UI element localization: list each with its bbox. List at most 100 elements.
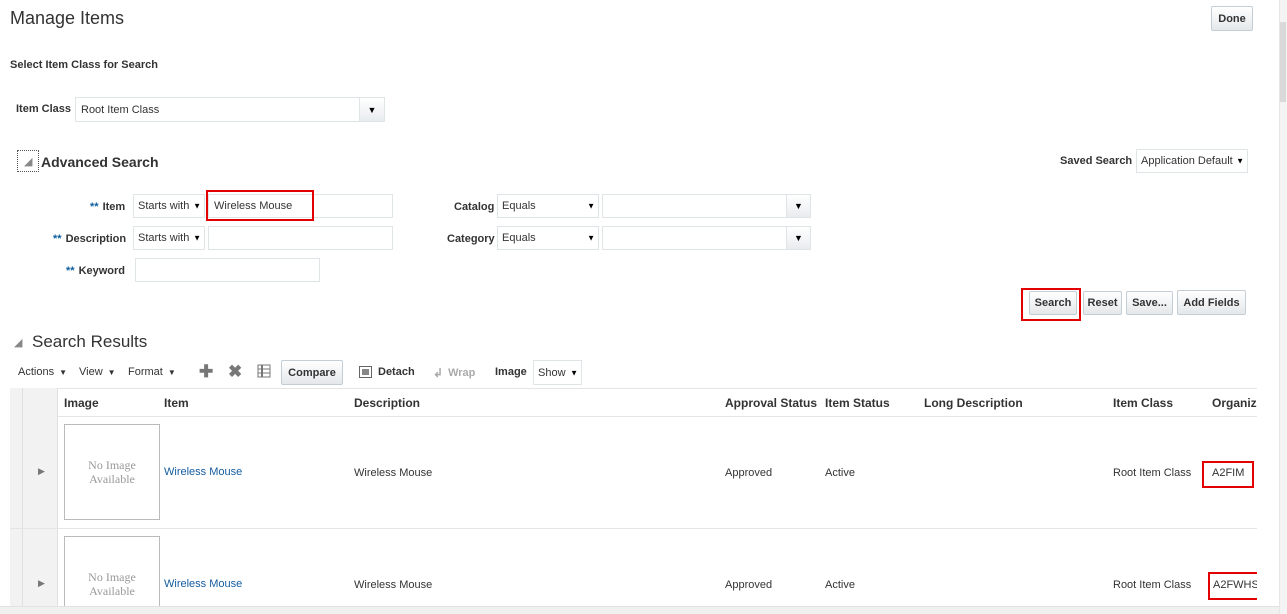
column-header-long-description[interactable]: Long Description — [924, 396, 1023, 410]
chevron-down-icon: ▼ — [367, 104, 377, 115]
actions-menu-label: Actions — [18, 366, 55, 378]
plus-icon[interactable]: ✚ — [199, 362, 213, 382]
triangle-collapse-icon: ◢ — [24, 156, 33, 168]
item-class-cell: Root Item Class — [1113, 579, 1192, 591]
description-operator-select[interactable]: Starts with ▼ — [133, 226, 205, 250]
no-image-text: No Image — [88, 570, 136, 584]
approval-status-cell: Approved — [725, 467, 773, 479]
column-header-image[interactable]: Image — [64, 396, 99, 410]
compare-button[interactable]: Compare — [281, 360, 343, 385]
no-image-text: Available — [89, 472, 135, 486]
chevron-down-icon: ▼ — [167, 367, 176, 377]
no-image-text: No Image — [88, 458, 136, 472]
expand-row-icon[interactable]: ▶ — [38, 466, 45, 477]
no-image-placeholder: No Image Available — [64, 424, 160, 520]
chevron-down-icon: ▼ — [1236, 156, 1244, 166]
x-icon[interactable]: ✖ — [228, 362, 242, 382]
category-value-input[interactable] — [602, 226, 787, 250]
keyword-label: ** Keyword — [66, 265, 125, 277]
vertical-scrollbar[interactable] — [1279, 0, 1287, 614]
advanced-search-toggle[interactable]: ◢ — [17, 150, 39, 172]
description-label: ** Description — [53, 233, 126, 245]
catalog-operator-value: Equals — [502, 200, 536, 212]
table-row[interactable]: ▶ No Image Available Wireless Mouse Wire… — [10, 417, 1257, 528]
done-button[interactable]: Done — [1211, 6, 1253, 31]
chevron-down-icon: ▼ — [193, 201, 201, 211]
actions-menu[interactable]: Actions ▼ — [18, 366, 67, 378]
column-header-item[interactable]: Item — [164, 396, 189, 410]
view-menu[interactable]: View ▼ — [79, 366, 116, 378]
chevron-down-icon: ▼ — [59, 367, 67, 377]
required-marker: ** — [53, 233, 62, 245]
item-class-cell: Root Item Class — [1113, 467, 1192, 479]
reset-button[interactable]: Reset — [1083, 291, 1122, 315]
column-header-item-status[interactable]: Item Status — [825, 396, 890, 410]
horizontal-scrollbar[interactable] — [0, 606, 1279, 614]
triangle-collapse-icon[interactable]: ◢ — [14, 336, 22, 349]
advanced-search-title: Advanced Search — [41, 154, 159, 170]
category-dropdown-button[interactable]: ▼ — [786, 226, 811, 250]
save-search-button[interactable]: Save... — [1126, 291, 1173, 315]
saved-search-value: Application Default — [1141, 155, 1233, 167]
chevron-down-icon: ▼ — [570, 368, 578, 377]
wrap-button[interactable]: ↲ Wrap — [433, 366, 475, 380]
category-operator-select[interactable]: Equals ▼ — [497, 226, 599, 250]
item-search-input[interactable]: Wireless Mouse — [208, 194, 393, 218]
item-label-text: Item — [102, 201, 126, 213]
column-header-description[interactable]: Description — [354, 396, 420, 410]
item-status-cell: Active — [825, 467, 855, 479]
item-operator-select[interactable]: Starts with ▼ — [133, 194, 205, 218]
wrap-label: Wrap — [448, 367, 476, 379]
catalog-dropdown-button[interactable]: ▼ — [786, 194, 811, 218]
description-search-input[interactable] — [208, 226, 393, 250]
keyword-label-text: Keyword — [78, 265, 126, 277]
table-row[interactable]: ▶ No Image Available Wireless Mouse Wire… — [10, 529, 1257, 614]
search-results-title: Search Results — [32, 332, 148, 351]
chevron-down-icon: ▼ — [794, 233, 803, 243]
item-link[interactable]: Wireless Mouse — [164, 466, 242, 478]
keyword-search-input[interactable] — [135, 258, 320, 282]
chevron-down-icon: ▼ — [587, 233, 595, 243]
item-class-dropdown-button[interactable]: ▼ — [359, 97, 385, 122]
format-menu[interactable]: Format ▼ — [128, 366, 176, 378]
column-header-approval-status[interactable]: Approval Status — [725, 396, 817, 410]
format-menu-label: Format — [128, 366, 163, 378]
item-class-label: Item Class — [16, 103, 72, 115]
results-table: Image Item Description Approval Status I… — [10, 388, 1257, 614]
image-show-value: Show — [538, 366, 566, 379]
no-image-placeholder: No Image Available — [64, 536, 160, 614]
description-label-text: Description — [65, 233, 127, 245]
freeze-columns-icon[interactable] — [257, 364, 271, 378]
item-class-value: Root Item Class — [81, 103, 160, 116]
chevron-down-icon: ▼ — [193, 233, 201, 243]
image-toggle-label: Image — [495, 366, 527, 378]
expand-row-icon[interactable]: ▶ — [38, 578, 45, 589]
item-class-input[interactable]: Root Item Class — [75, 97, 360, 122]
required-marker: ** — [66, 265, 75, 277]
column-header-item-class[interactable]: Item Class — [1113, 396, 1173, 410]
detach-button[interactable]: Detach — [359, 366, 415, 378]
organization-cell: A2FIM — [1212, 467, 1245, 479]
chevron-down-icon: ▼ — [587, 201, 595, 211]
no-image-text: Available — [89, 584, 135, 598]
catalog-value-input[interactable] — [602, 194, 787, 218]
description-cell: Wireless Mouse — [354, 467, 433, 479]
item-link[interactable]: Wireless Mouse — [164, 578, 242, 590]
select-item-class-heading: Select Item Class for Search — [10, 59, 158, 71]
item-status-cell: Active — [825, 579, 855, 591]
page-title: Manage Items — [10, 8, 125, 28]
detach-label: Detach — [378, 366, 415, 378]
catalog-label: Catalog — [454, 201, 495, 213]
scrollbar-thumb[interactable] — [1280, 22, 1286, 102]
add-fields-button[interactable]: Add Fields — [1177, 290, 1246, 315]
item-search-value: Wireless Mouse — [214, 200, 293, 212]
detach-icon — [359, 366, 372, 378]
search-button[interactable]: Search — [1029, 291, 1077, 315]
image-show-select[interactable]: Show ▼ — [533, 360, 582, 385]
saved-search-label: Saved Search — [1060, 155, 1133, 167]
column-header-organization[interactable]: Organiza — [1212, 396, 1257, 410]
approval-status-cell: Approved — [725, 579, 773, 591]
catalog-operator-select[interactable]: Equals ▼ — [497, 194, 599, 218]
saved-search-select[interactable]: Application Default ▼ — [1136, 149, 1248, 173]
wrap-icon: ↲ — [433, 366, 444, 380]
